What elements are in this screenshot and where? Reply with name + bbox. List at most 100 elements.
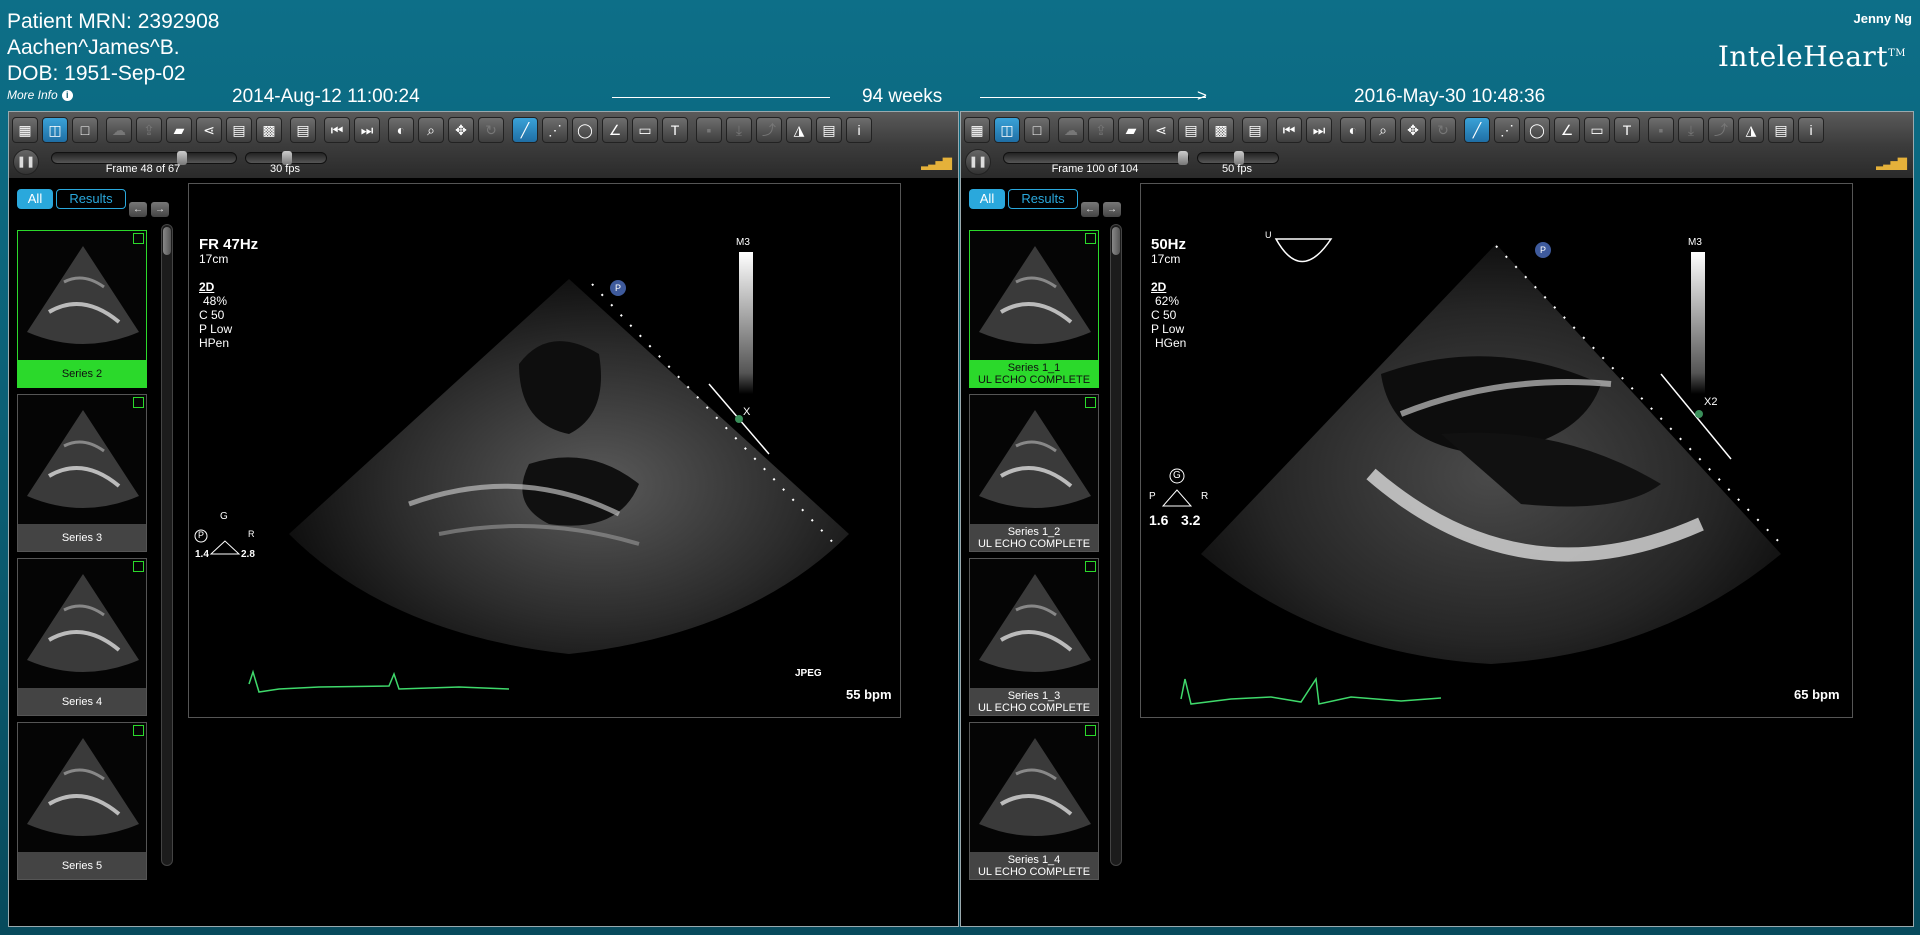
zoom-icon[interactable]: ⌕ xyxy=(1370,117,1396,143)
heart-rate: 65 bpm xyxy=(1794,687,1840,702)
prev-arrow-icon[interactable]: ← xyxy=(1081,202,1099,217)
rotate-icon[interactable]: ↻ xyxy=(1430,117,1456,143)
report-icon[interactable]: ▤ xyxy=(290,117,316,143)
orient-g: G xyxy=(1173,470,1181,481)
send-icon[interactable]: ⤴ xyxy=(756,117,782,143)
report-icon[interactable]: ▤ xyxy=(1242,117,1268,143)
pan-icon[interactable]: ✥ xyxy=(448,117,474,143)
pause-button[interactable]: ❚❚ xyxy=(965,149,991,175)
last-frame-icon[interactable]: ⏭ xyxy=(354,117,380,143)
filter-all-button[interactable]: All xyxy=(17,189,53,209)
folder-icon[interactable]: ▰ xyxy=(1118,117,1144,143)
image-viewport[interactable]: P X FR 47Hz 17cm 2D 48% C 50 P Low HPen … xyxy=(188,183,901,718)
cloud-upload-icon[interactable]: ☁ xyxy=(106,117,132,143)
external-link-icon[interactable] xyxy=(133,561,144,572)
image-viewport[interactable]: P X2 U 50Hz 17cm 2D 62% C 50 P Low HGen … xyxy=(1140,183,1853,718)
download-icon[interactable]: ⤓ xyxy=(726,117,752,143)
layout-grid-icon[interactable]: ▦ xyxy=(12,117,38,143)
pan-icon[interactable]: ✥ xyxy=(1400,117,1426,143)
first-frame-icon[interactable]: ⏮ xyxy=(324,117,350,143)
ruler-icon[interactable]: ╱ xyxy=(1464,117,1490,143)
frame-label: Frame 100 of 104 xyxy=(1051,163,1139,175)
export-icon[interactable]: ⇪ xyxy=(1088,117,1114,143)
series-thumbnail[interactable]: Series 1_4 UL ECHO COMPLETE xyxy=(969,722,1099,880)
spectral-icon[interactable]: ◮ xyxy=(786,117,812,143)
angle-icon[interactable]: ∠ xyxy=(602,117,628,143)
grayscale-bar xyxy=(1691,252,1705,394)
cloud-upload-icon[interactable]: ☁ xyxy=(1058,117,1084,143)
angle-icon[interactable]: ∠ xyxy=(1554,117,1580,143)
series-thumbnail[interactable]: Series 3 xyxy=(17,394,147,552)
hanging-protocol-icon[interactable]: ▩ xyxy=(256,117,282,143)
orient-val-b: 2.8 xyxy=(241,549,255,560)
series-scrollbar[interactable] xyxy=(161,224,173,866)
external-link-icon[interactable] xyxy=(1085,561,1096,572)
layout-split-icon[interactable]: ◫ xyxy=(994,117,1020,143)
folder-icon[interactable]: ▰ xyxy=(166,117,192,143)
external-link-icon[interactable] xyxy=(133,233,144,244)
ellipse-icon[interactable]: ◯ xyxy=(572,117,598,143)
external-link-icon[interactable] xyxy=(133,397,144,408)
zoom-icon[interactable]: ⌕ xyxy=(418,117,444,143)
series-thumbnail[interactable]: Series 1_1 UL ECHO COMPLETE xyxy=(969,230,1099,388)
save-icon[interactable]: ▪ xyxy=(696,117,722,143)
user-name[interactable]: Jenny Ng xyxy=(1853,11,1912,26)
filter-results-button[interactable]: Results xyxy=(1008,189,1078,209)
series-thumbnail[interactable]: Series 1_2 UL ECHO COMPLETE xyxy=(969,394,1099,552)
share-icon[interactable]: ⋖ xyxy=(196,117,222,143)
ruler-icon[interactable]: ╱ xyxy=(512,117,538,143)
pause-button[interactable]: ❚❚ xyxy=(13,149,39,175)
export-icon[interactable]: ⇪ xyxy=(136,117,162,143)
layout-single-icon[interactable]: □ xyxy=(72,117,98,143)
contrast-icon[interactable]: ◐ xyxy=(388,117,414,143)
info-icon[interactable]: i xyxy=(1798,117,1824,143)
rotate-icon[interactable]: ↻ xyxy=(478,117,504,143)
annotation-box-icon[interactable]: ▭ xyxy=(1584,117,1610,143)
series-thumbnail[interactable]: Series 4 xyxy=(17,558,147,716)
annotation-box-icon[interactable]: ▭ xyxy=(632,117,658,143)
last-frame-icon[interactable]: ⏭ xyxy=(1306,117,1332,143)
prev-arrow-icon[interactable]: ← xyxy=(129,202,147,217)
filter-results-button[interactable]: Results xyxy=(56,189,126,209)
archive-icon[interactable]: ▤ xyxy=(1178,117,1204,143)
ellipse-icon[interactable]: ◯ xyxy=(1524,117,1550,143)
layout-grid-icon[interactable]: ▦ xyxy=(964,117,990,143)
layout-single-icon[interactable]: □ xyxy=(1024,117,1050,143)
share-icon[interactable]: ⋖ xyxy=(1148,117,1174,143)
external-link-icon[interactable] xyxy=(1085,725,1096,736)
text-icon[interactable]: T xyxy=(662,117,688,143)
hanging-protocol-icon[interactable]: ▩ xyxy=(1208,117,1234,143)
external-link-icon[interactable] xyxy=(1085,233,1096,244)
next-arrow-icon[interactable]: → xyxy=(151,202,169,217)
send-icon[interactable]: ⤴ xyxy=(1708,117,1734,143)
layout-split-icon[interactable]: ◫ xyxy=(42,117,68,143)
download-icon[interactable]: ⤓ xyxy=(1678,117,1704,143)
overlay-power: P Low xyxy=(199,322,233,336)
overlay-depth: 17cm xyxy=(199,252,229,266)
text-icon[interactable]: T xyxy=(1614,117,1640,143)
series-thumbnail[interactable]: Series 5 xyxy=(17,722,147,880)
first-frame-icon[interactable]: ⏮ xyxy=(1276,117,1302,143)
series-thumbnail[interactable]: Series 2 xyxy=(17,230,147,388)
external-link-icon[interactable] xyxy=(133,725,144,736)
filter-all-button[interactable]: All xyxy=(969,189,1005,209)
series-thumbnail[interactable]: Series 1_3 UL ECHO COMPLETE xyxy=(969,558,1099,716)
save-icon[interactable]: ▪ xyxy=(1648,117,1674,143)
document-icon[interactable]: ▤ xyxy=(1768,117,1794,143)
external-link-icon[interactable] xyxy=(1085,397,1096,408)
info-icon[interactable]: i xyxy=(846,117,872,143)
ecg-trace xyxy=(248,669,510,693)
polyline-icon[interactable]: ⋰ xyxy=(542,117,568,143)
contrast-icon[interactable]: ◐ xyxy=(1340,117,1366,143)
polyline-icon[interactable]: ⋰ xyxy=(1494,117,1520,143)
series-scrollbar[interactable] xyxy=(1110,224,1122,866)
orient-g: G xyxy=(220,511,228,522)
more-info-link[interactable]: More Info i xyxy=(7,88,73,102)
thumbnail-caption-line2: UL ECHO COMPLETE xyxy=(977,537,1091,550)
next-arrow-icon[interactable]: → xyxy=(1103,202,1121,217)
archive-icon[interactable]: ▤ xyxy=(226,117,252,143)
document-icon[interactable]: ▤ xyxy=(816,117,842,143)
scrollbar-thumb[interactable] xyxy=(1112,227,1120,255)
scrollbar-thumb[interactable] xyxy=(163,227,171,255)
spectral-icon[interactable]: ◮ xyxy=(1738,117,1764,143)
